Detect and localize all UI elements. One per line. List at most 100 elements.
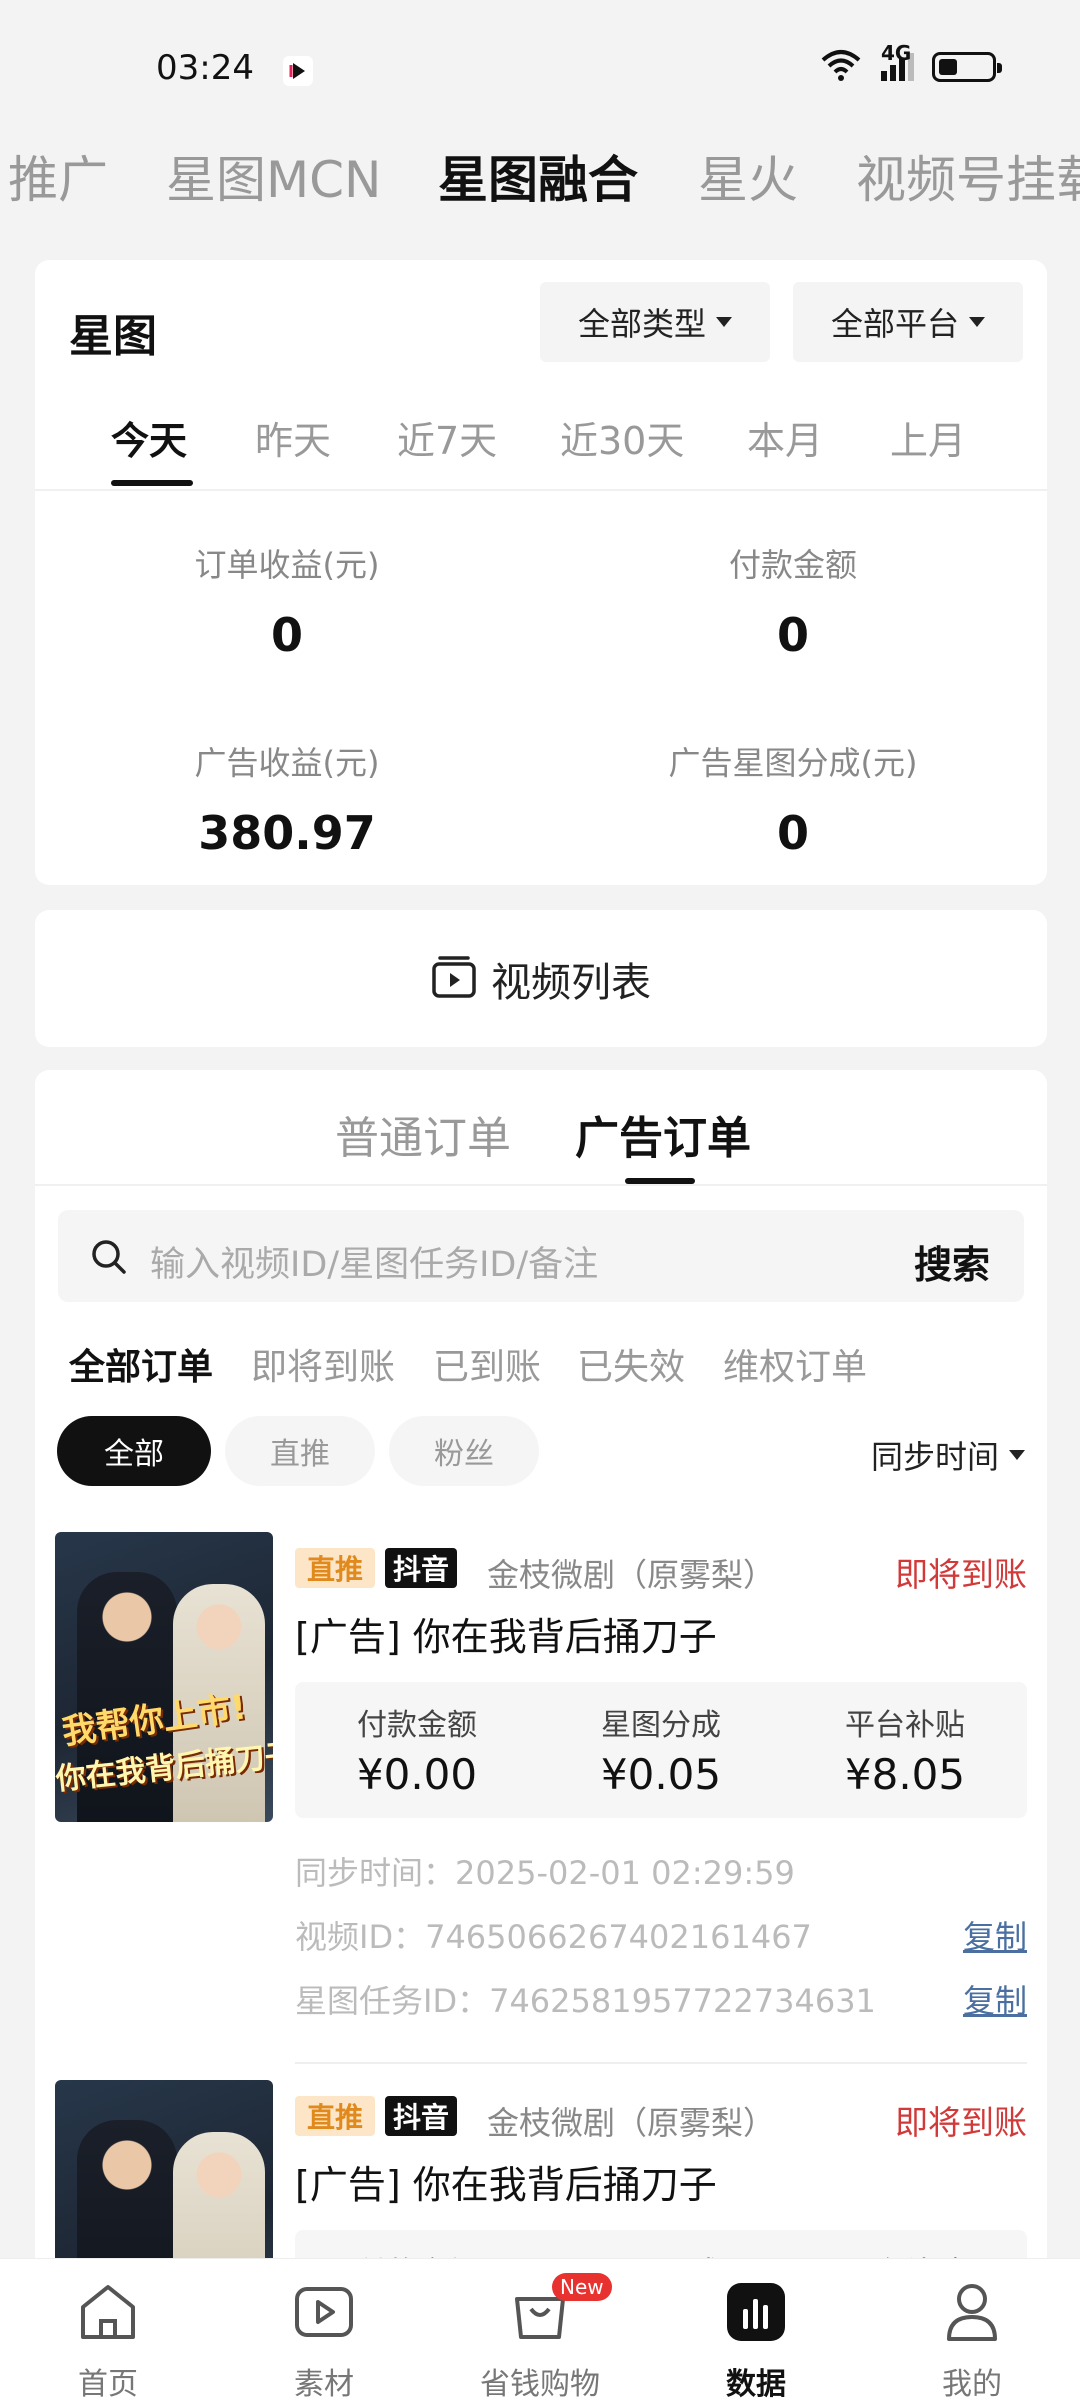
tab-tuiguang[interactable]: 推广	[8, 140, 108, 212]
status-tab-invalid[interactable]: 已失效	[577, 1338, 685, 1390]
tag-platform: 抖音	[385, 2096, 458, 2136]
dropdown-arrow-icon	[716, 317, 732, 327]
shop-name: 金枝微剧（原雾梨）	[487, 2104, 776, 2142]
pill-fans[interactable]: 粉丝	[389, 1416, 539, 1486]
metric-value: 0	[270, 608, 303, 662]
metric-label: 付款金额	[728, 546, 857, 584]
nav-mine[interactable]: 我的	[892, 2259, 1052, 2400]
metric-value: 0	[776, 806, 809, 860]
tab-shipinhao[interactable]: 视频号挂载	[856, 140, 1080, 212]
search-bar: 输入视频ID/星图任务ID/备注 搜索	[58, 1210, 1024, 1302]
order-item[interactable]: 我帮你上市! 你在我背后捅刀子 直推 抖音 金枝微剧（原雾梨） 即将到账 [广告…	[55, 1532, 1027, 2072]
nav-home[interactable]: 首页	[28, 2259, 188, 2400]
sync-time: 同步时间：2025-02-01 02:29:59	[295, 1854, 795, 1892]
platform-subsidy: 平台补贴 ¥8.05	[783, 1700, 1027, 1799]
xingtu-share: 星图分成 ¥0.05	[539, 1700, 783, 1799]
shop-name: 金枝微剧（原雾梨）	[487, 1556, 776, 1594]
status-tab-all[interactable]: 全部订单	[69, 1338, 213, 1390]
platform-filter-dropdown[interactable]: 全部平台	[793, 282, 1023, 362]
divider	[295, 2062, 1027, 2064]
nav-shopping[interactable]: New 省钱购物	[460, 2259, 620, 2400]
wifi-icon	[819, 48, 863, 86]
metric-label: 广告收益(元)	[194, 744, 380, 782]
bottom-nav: 首页 素材 New 省钱购物 数据 我的	[0, 2258, 1080, 2400]
status-bar: 03:24 4G	[0, 0, 1080, 140]
metric-label: 广告星图分成(元)	[668, 744, 918, 782]
search-button[interactable]: 搜索	[914, 1234, 990, 1289]
status-time: 03:24	[156, 48, 254, 88]
payment-amount: 付款金额 ¥0.00	[295, 1700, 539, 1799]
tab-xinghuo[interactable]: 星火	[698, 140, 798, 212]
date-tab-last-month[interactable]: 上月	[890, 410, 966, 465]
order-state: 即将到账	[895, 1555, 1027, 1594]
orders-card: 普通订单 广告订单 输入视频ID/星图任务ID/备注 搜索 全部订单 即将到账 …	[35, 1070, 1047, 2400]
nav-data[interactable]: 数据	[676, 2259, 836, 2400]
share-value: ¥0.05	[600, 1750, 722, 1799]
video-list-icon	[431, 954, 477, 1004]
order-title: [广告] 你在我背后捅刀子	[295, 1615, 717, 1659]
home-icon	[73, 2279, 143, 2345]
pill-all[interactable]: 全部	[57, 1416, 211, 1486]
search-icon	[90, 1238, 128, 1280]
tab-normal-orders[interactable]: 普通订单	[335, 1102, 511, 1166]
subsidy-value: ¥8.05	[844, 1750, 966, 1799]
nav-label: 省钱购物	[480, 2367, 600, 2400]
new-badge: New	[552, 2273, 612, 2301]
nav-label: 我的	[942, 2367, 1002, 2400]
status-tab-received[interactable]: 已到账	[433, 1338, 541, 1390]
tab-xingtu-mcn[interactable]: 星图MCN	[166, 140, 381, 212]
divider	[35, 489, 1047, 491]
status-tab-rights[interactable]: 维权订单	[723, 1338, 867, 1390]
copy-task-id-button[interactable]: 复制	[963, 1976, 1027, 2022]
tag-direct: 直推	[295, 2096, 376, 2136]
video-thumbnail[interactable]: 我帮你上市! 你在我背后捅刀子	[55, 1532, 273, 1822]
order-state: 即将到账	[895, 2103, 1027, 2142]
search-input[interactable]: 输入视频ID/星图任务ID/备注	[150, 1236, 598, 1287]
signal-icon: 4G	[881, 41, 914, 81]
video-list-button[interactable]: 视频列表	[35, 910, 1047, 1047]
nav-materials[interactable]: 素材	[244, 2259, 404, 2400]
user-icon	[937, 2279, 1007, 2345]
tag-platform: 抖音	[385, 1548, 458, 1588]
pill-direct[interactable]: 直推	[225, 1416, 375, 1486]
tab-ad-orders[interactable]: 广告订单	[575, 1102, 751, 1166]
copy-video-id-button[interactable]: 复制	[963, 1912, 1027, 1958]
type-filter-dropdown[interactable]: 全部类型	[540, 282, 770, 362]
date-tab-this-month[interactable]: 本月	[747, 410, 823, 465]
battery-icon	[932, 52, 1002, 82]
metric-value: 0	[776, 608, 809, 662]
platform-filter-label: 全部平台	[830, 305, 959, 343]
active-tab-indicator	[111, 480, 193, 486]
date-tabs: 今天 昨天 近7天 近30天 本月 上月	[35, 410, 1047, 490]
metric-value: 380.97	[198, 806, 376, 860]
date-tab-today[interactable]: 今天	[111, 410, 187, 465]
date-tab-30days[interactable]: 近30天	[560, 410, 684, 465]
date-tab-7days[interactable]: 近7天	[397, 410, 497, 465]
video-id: 视频ID：7465066267402161467	[295, 1918, 812, 1956]
tab-xingtu-ronghe[interactable]: 星图融合	[438, 140, 638, 212]
card-title: 星图	[69, 311, 157, 362]
play-icon	[289, 2279, 359, 2345]
finance-panel: 付款金额 ¥0.00 星图分成 ¥0.05 平台补贴 ¥8.05	[295, 1682, 1027, 1818]
nav-label: 素材	[294, 2367, 354, 2400]
date-tab-yesterday[interactable]: 昨天	[255, 410, 331, 465]
nav-label: 数据	[726, 2367, 786, 2400]
tag-direct: 直推	[295, 1548, 376, 1588]
nav-label: 首页	[78, 2367, 138, 2400]
metric-payment-amount: 付款金额 0	[603, 540, 983, 662]
chart-icon	[721, 2279, 791, 2345]
metric-ad-share: 广告星图分成(元) 0	[603, 738, 983, 860]
metric-label: 订单收益(元)	[194, 546, 380, 584]
app-notification-icon	[283, 56, 313, 86]
order-title: [广告] 你在我背后捅刀子	[295, 2163, 717, 2207]
task-id: 星图任务ID：7462581957722734631	[295, 1982, 876, 2020]
channel-tabs: 推广 星图MCN 星图融合 星火 视频号挂载	[0, 140, 1080, 212]
sort-dropdown[interactable]: 同步时间	[871, 1432, 1025, 1478]
metric-order-income: 订单收益(元) 0	[97, 540, 477, 662]
dropdown-arrow-icon	[1009, 1450, 1025, 1460]
video-list-label: 视频列表	[491, 959, 651, 1006]
network-type: 4G	[881, 41, 912, 65]
status-tab-pending[interactable]: 即将到账	[251, 1338, 395, 1390]
dropdown-arrow-icon	[969, 317, 985, 327]
metric-ad-income: 广告收益(元) 380.97	[97, 738, 477, 860]
